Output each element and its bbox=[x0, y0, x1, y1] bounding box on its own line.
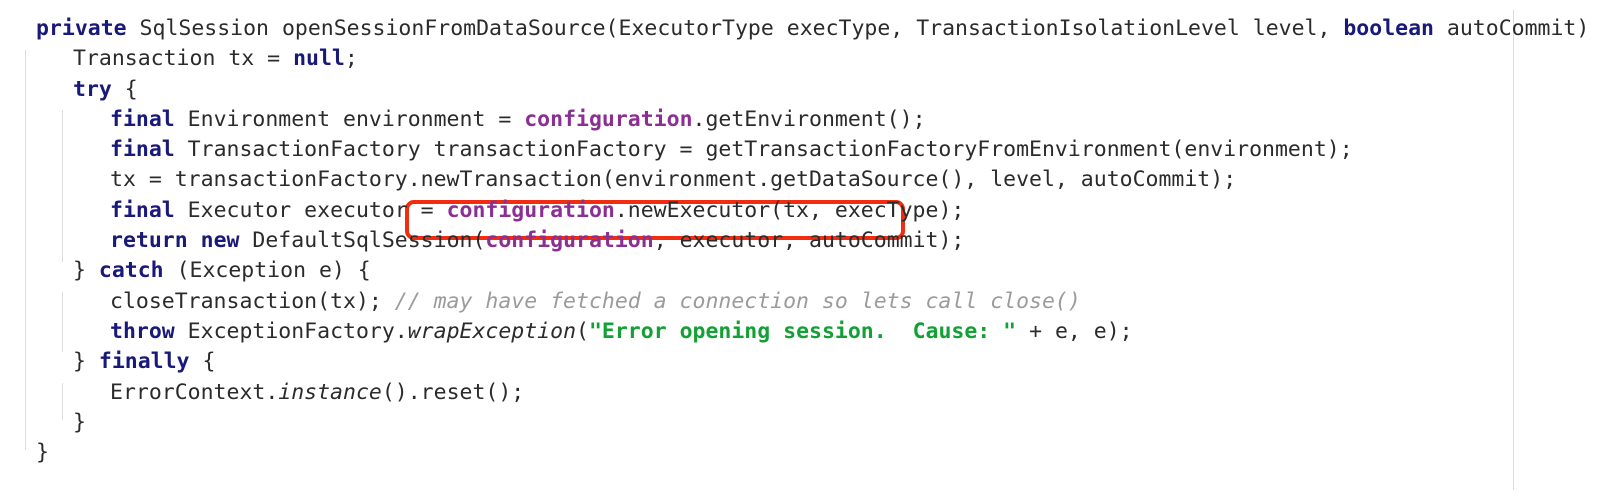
code-token-kw: null bbox=[293, 46, 345, 72]
code-token-kw: throw bbox=[110, 318, 175, 344]
code-token-plain: } bbox=[73, 409, 86, 435]
code-token-kw: final bbox=[110, 197, 175, 223]
code-line: } catch (Exception e) { bbox=[0, 256, 1604, 286]
code-token-plain: } bbox=[73, 258, 99, 284]
code-token-plain: autoCommit) { bbox=[1433, 16, 1604, 41]
code-token-mth: instance bbox=[278, 379, 382, 405]
code-token-plain: + e, e); bbox=[1016, 318, 1133, 344]
code-token-plain: } bbox=[73, 349, 99, 375]
code-token-plain: DefaultSqlSession( bbox=[239, 228, 486, 254]
code-line: try { bbox=[0, 75, 1604, 105]
code-token-field: configuration bbox=[524, 106, 693, 132]
code-line: return new DefaultSqlSession(configurati… bbox=[0, 226, 1604, 256]
code-token-str: "Error opening session. Cause: " bbox=[588, 318, 1017, 344]
code-token-plain: , executor, autoCommit); bbox=[653, 228, 965, 254]
code-token-kw: return bbox=[110, 228, 188, 254]
code-line: final Environment environment = configur… bbox=[0, 105, 1604, 135]
code-token-plain: ().reset(); bbox=[381, 379, 525, 405]
code-token-cmt: // may have fetched a connection so lets… bbox=[394, 288, 1081, 314]
code-token-plain: ( bbox=[576, 318, 589, 344]
code-token-plain: ExceptionFactory. bbox=[174, 318, 408, 344]
code-lines: private SqlSession openSessionFromDataSo… bbox=[0, 14, 1604, 468]
code-line: private SqlSession openSessionFromDataSo… bbox=[0, 14, 1604, 44]
code-token-field: configuration bbox=[485, 228, 654, 254]
code-token-plain: .newExecutor(tx, execType); bbox=[614, 197, 965, 223]
code-token-plain: Environment environment = bbox=[174, 106, 525, 132]
code-token-plain: ErrorContext. bbox=[110, 379, 279, 405]
code-token-plain: tx = transactionFactory.newTransaction(e… bbox=[110, 167, 1237, 193]
code-line: } bbox=[0, 408, 1604, 438]
code-token-plain: { bbox=[189, 349, 216, 375]
code-token-kw: finally bbox=[98, 349, 190, 375]
code-line: closeTransaction(tx); // may have fetche… bbox=[0, 287, 1604, 317]
code-token-plain: .getEnvironment(); bbox=[692, 106, 926, 132]
code-snippet-view: private SqlSession openSessionFromDataSo… bbox=[0, 0, 1604, 504]
code-line: } bbox=[0, 438, 1604, 468]
code-token-plain: (Exception e) { bbox=[163, 258, 371, 284]
code-token-kw: final bbox=[110, 106, 175, 132]
code-token-field: configuration bbox=[446, 197, 615, 223]
code-token-plain: SqlSession openSessionFromDataSource(Exe… bbox=[126, 16, 1344, 41]
code-token-plain: TransactionFactory transactionFactory = … bbox=[174, 137, 1353, 163]
code-token-kw: boolean bbox=[1343, 16, 1434, 41]
code-token-plain: } bbox=[36, 440, 49, 466]
code-token-kw: try bbox=[73, 76, 112, 102]
code-token-plain: ; bbox=[344, 46, 358, 72]
code-line: } finally { bbox=[0, 347, 1604, 377]
code-token-mth: wrapException bbox=[407, 318, 577, 344]
code-token-plain: { bbox=[111, 76, 138, 102]
code-token-kw: final bbox=[110, 137, 175, 163]
code-line: tx = transactionFactory.newTransaction(e… bbox=[0, 165, 1604, 195]
code-line: Transaction tx = null; bbox=[0, 44, 1604, 74]
code-token-kw: private bbox=[36, 16, 127, 41]
code-token-plain: Transaction tx = bbox=[73, 46, 294, 72]
code-token-plain: Executor executor = bbox=[174, 197, 447, 223]
code-line: final Executor executor = configuration.… bbox=[0, 196, 1604, 226]
code-line: final TransactionFactory transactionFact… bbox=[0, 135, 1604, 165]
code-line: throw ExceptionFactory.wrapException("Er… bbox=[0, 317, 1604, 347]
code-token-kw: catch bbox=[98, 258, 164, 284]
code-line: ErrorContext.instance().reset(); bbox=[0, 378, 1604, 408]
code-token-kw: new bbox=[200, 228, 240, 254]
code-token-plain: closeTransaction(tx); bbox=[110, 288, 395, 314]
